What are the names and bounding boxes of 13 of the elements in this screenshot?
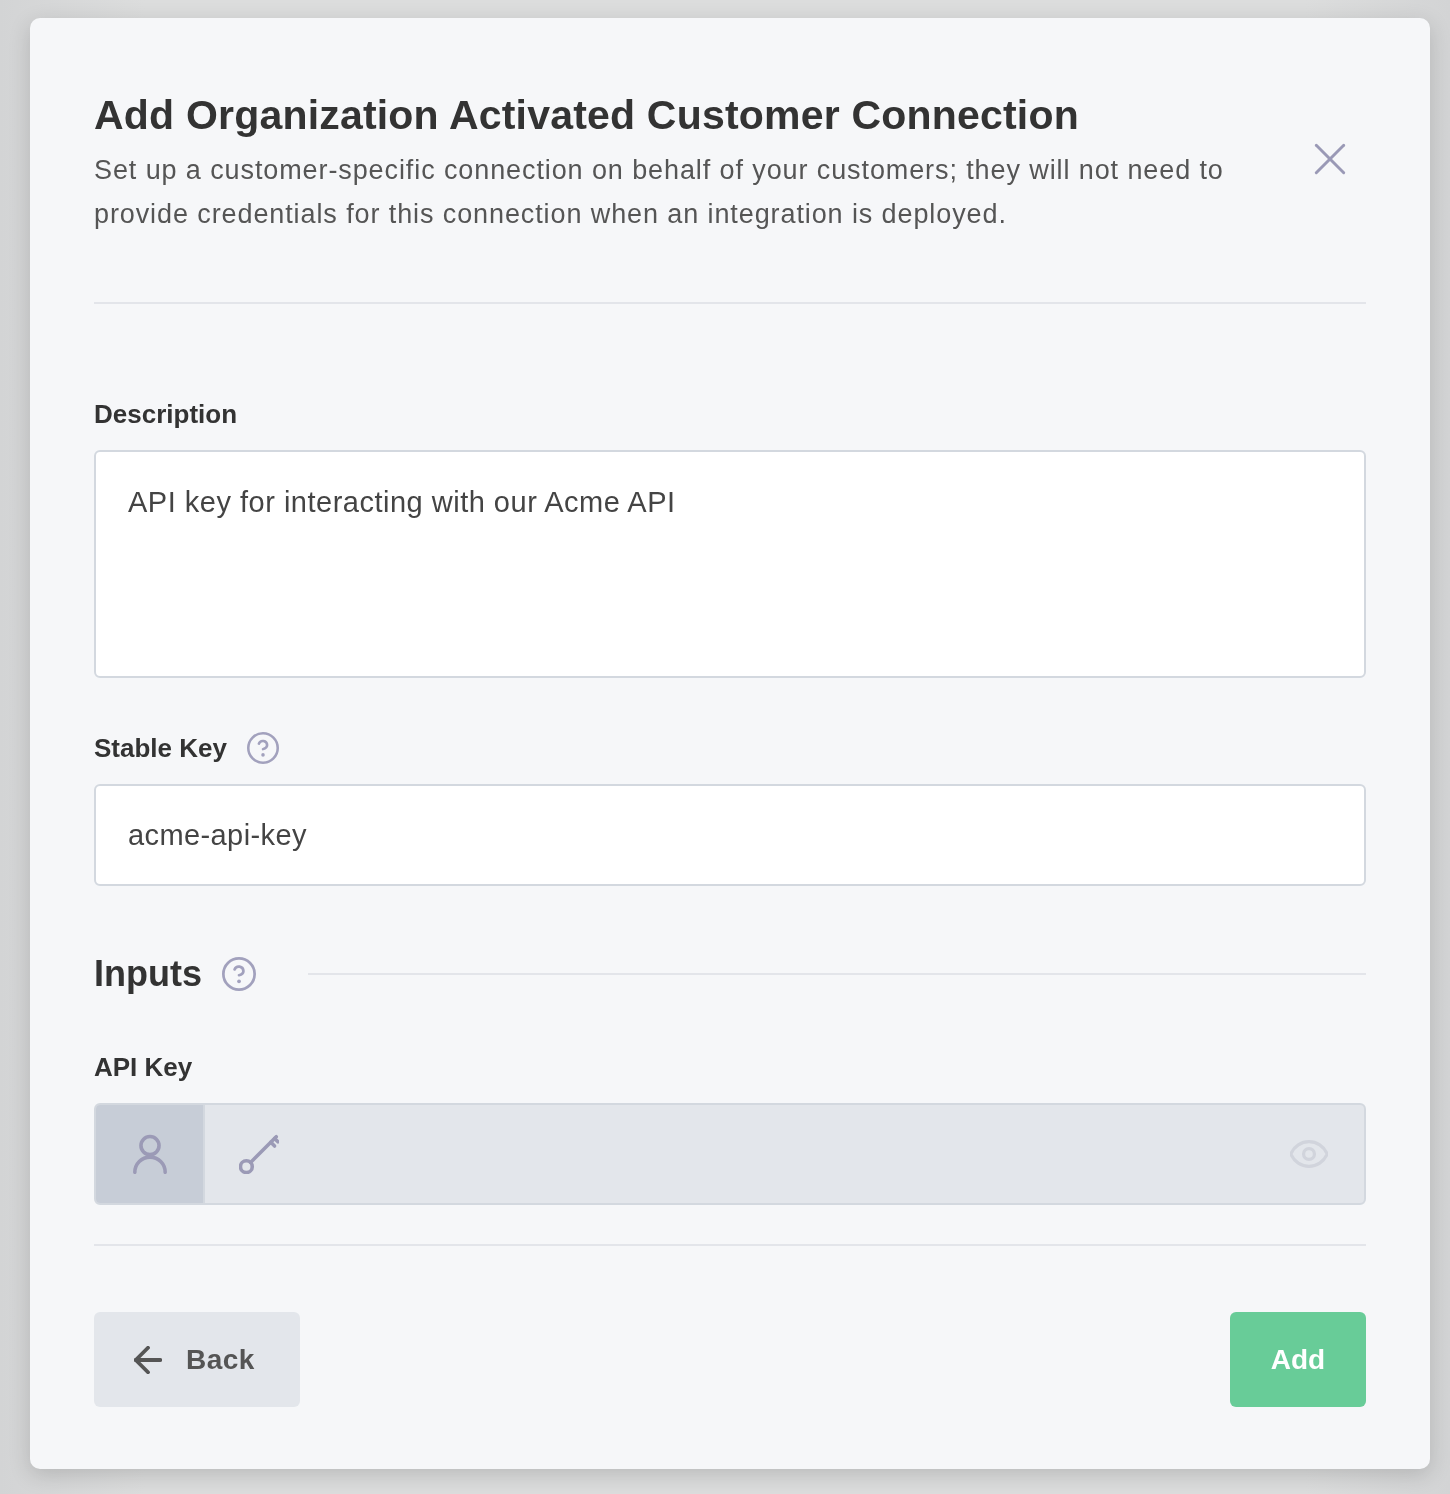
close-icon	[1314, 143, 1346, 175]
help-icon[interactable]	[222, 957, 256, 991]
field-label: Description	[94, 398, 238, 430]
back-button[interactable]: Back	[94, 1312, 300, 1407]
help-icon[interactable]	[246, 732, 279, 764]
description-field[interactable]: API key for interacting with our Acme API	[94, 450, 1366, 678]
section-title: Inputs	[94, 952, 202, 996]
dialog-title: Add Organization Activated Customer Connection	[94, 91, 1080, 139]
key-icon	[239, 1134, 279, 1174]
input-field[interactable]: acme-api-key	[94, 784, 1366, 886]
field-label: API Key	[94, 1051, 193, 1083]
field-label: Stable Key	[94, 732, 227, 764]
dialog-subtitle: Set up a customer-specific connection on behalf of your customers; they will not need to provide credentials for this connection when an integration is deployed.	[94, 154, 1225, 231]
